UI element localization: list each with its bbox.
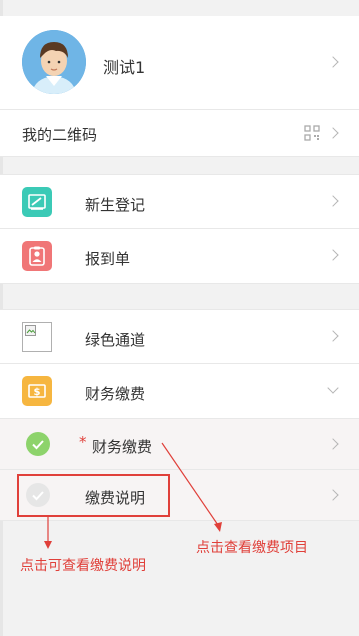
qrcode-icon [304,125,320,141]
profile-name: 测试1 [103,58,146,77]
qrcode-row[interactable]: 我的二维码 [0,110,359,157]
highlight-box [17,474,170,517]
submenu-item-label: 财务缴费 [92,438,153,456]
check-circle-icon [26,432,50,456]
menu-item-green-channel[interactable]: 绿色通道 [0,309,359,364]
chevron-right-icon [327,127,339,139]
menu-item-label: 新生登记 [85,196,146,214]
menu-item-label: 财务缴费 [85,385,146,403]
annotation-view-fee-explanation: 点击可查看缴费说明 [20,558,146,574]
chevron-right-icon [327,56,339,68]
required-star: * [79,433,87,451]
chevron-right-icon [327,489,339,501]
chevron-right-icon [327,438,339,450]
avatar [22,30,86,94]
svg-text:$: $ [34,387,41,398]
green-channel-broken-image-icon [22,322,52,352]
chevron-right-icon [327,330,339,342]
menu-item-report-form[interactable]: 报到单 [0,229,359,284]
registration-icon [22,187,52,217]
chevron-down-icon [327,382,339,394]
report-form-icon [22,241,52,271]
menu-item-registration[interactable]: 新生登记 [0,174,359,229]
qrcode-label: 我的二维码 [22,126,98,144]
chevron-right-icon [327,195,339,207]
menu-item-finance[interactable]: $ 财务缴费 [0,364,359,419]
profile-row[interactable]: 测试1 [0,16,359,110]
submenu-item-finance[interactable]: * 财务缴费 [0,419,359,470]
menu-item-label: 报到单 [85,250,131,268]
finance-icon: $ [22,376,52,406]
menu-item-label: 绿色通道 [85,331,146,349]
chevron-right-icon [327,249,339,261]
annotation-view-fee-items: 点击查看缴费项目 [196,540,308,556]
